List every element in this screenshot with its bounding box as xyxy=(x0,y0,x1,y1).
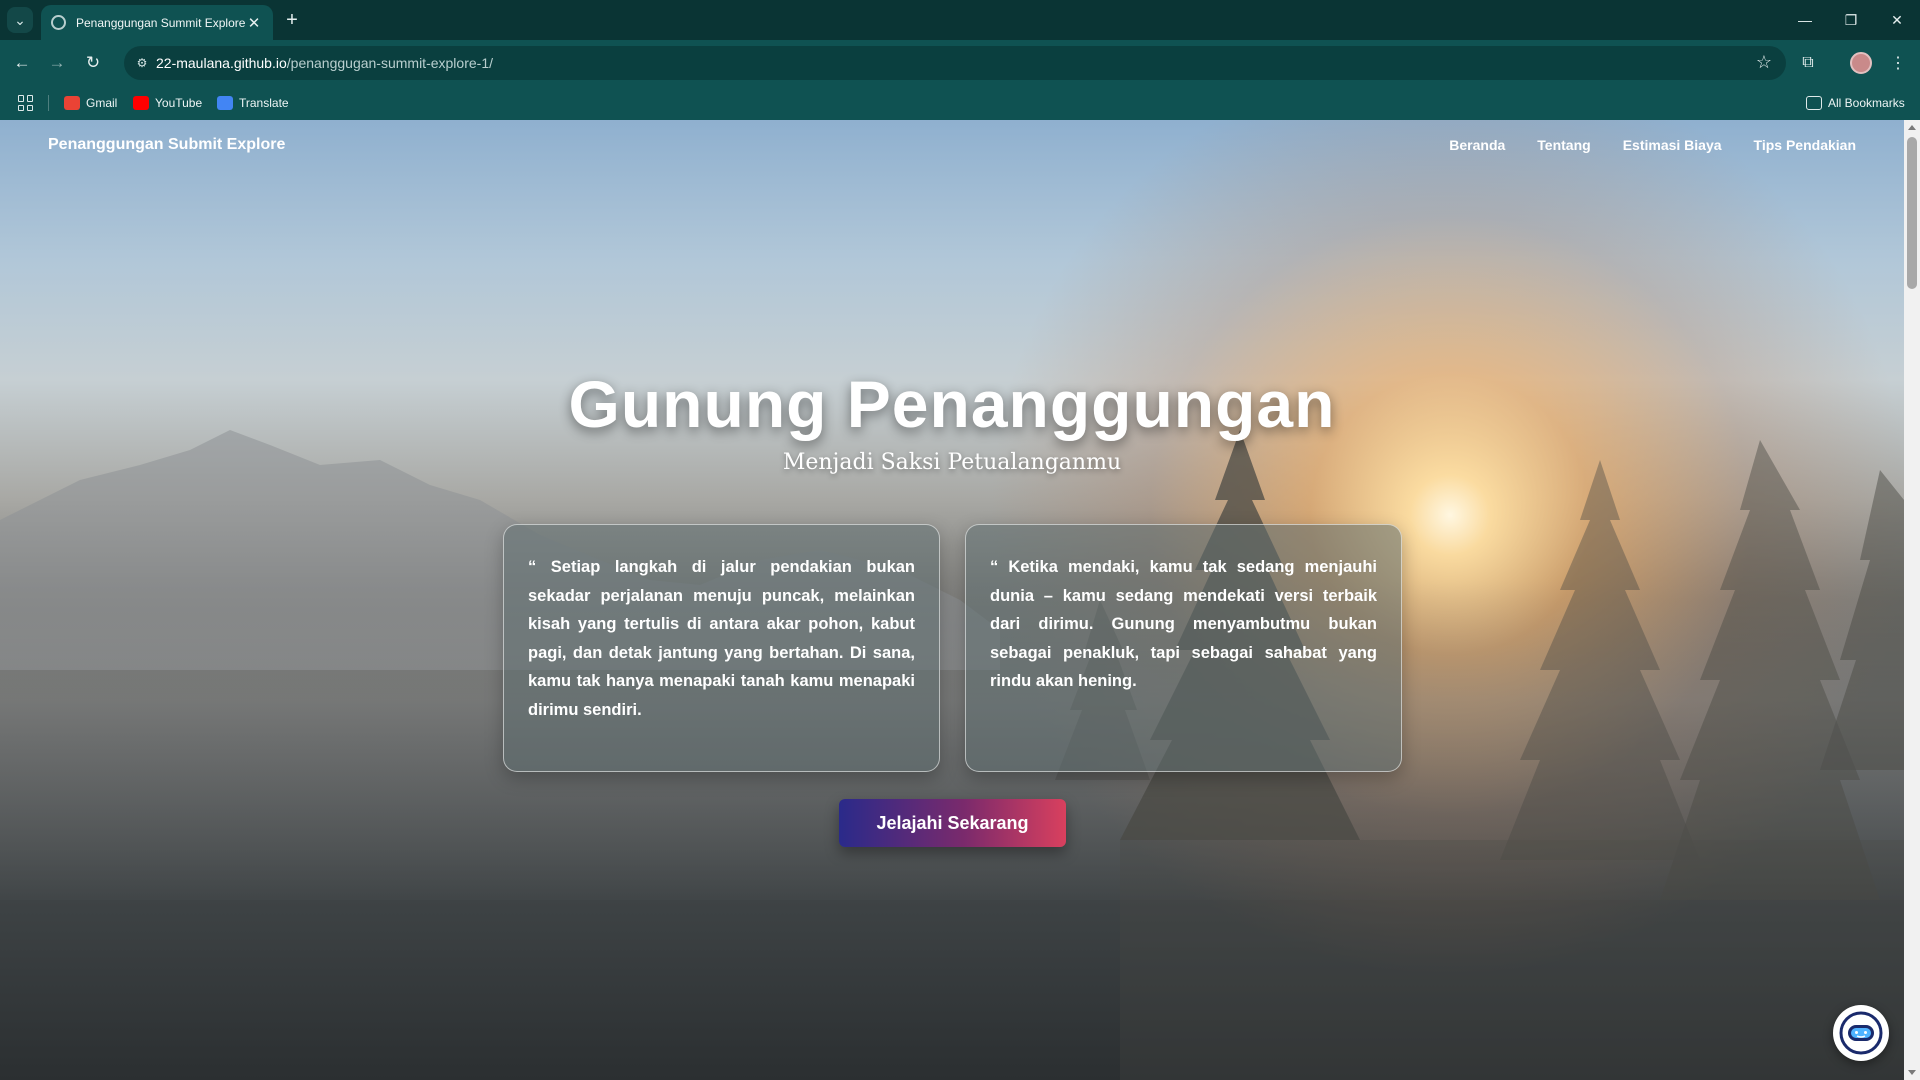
site-info-icon[interactable]: ⚙ xyxy=(132,53,152,73)
site-navigation: Beranda Tentang Estimasi Biaya Tips Pend… xyxy=(1449,137,1856,153)
close-tab-icon[interactable]: ✕ xyxy=(245,14,263,32)
minimize-icon[interactable]: — xyxy=(1782,6,1828,34)
bookmark-label: Translate xyxy=(239,96,289,110)
scrollbar-thumb[interactable] xyxy=(1907,137,1917,289)
browser-tab-active[interactable]: Penanggungan Summit Explore ✕ xyxy=(41,5,273,40)
restore-icon[interactable]: ❐ xyxy=(1828,6,1874,34)
new-tab-button[interactable]: + xyxy=(280,8,304,32)
browser-tab-bar: ⌄ Penanggungan Summit Explore ✕ + — ❐ ✕ xyxy=(0,0,1920,40)
quote-card: “ Setiap langkah di jalur pendakian buka… xyxy=(503,524,940,772)
url-text: 22-maulana.github.io/penanggugan-summit-… xyxy=(156,55,493,71)
url-host: 22-maulana.github.io xyxy=(156,55,287,71)
all-bookmarks-label: All Bookmarks xyxy=(1828,96,1905,110)
address-bar[interactable]: ⚙ 22-maulana.github.io/penanggugan-summi… xyxy=(124,46,1786,80)
bookmark-translate[interactable]: Translate xyxy=(217,94,289,112)
youtube-icon xyxy=(133,96,149,110)
profile-avatar[interactable] xyxy=(1850,52,1872,74)
nav-link-tips-pendakian[interactable]: Tips Pendakian xyxy=(1754,137,1856,153)
extensions-icon[interactable]: ⧉ xyxy=(1795,50,1821,76)
folder-icon xyxy=(1806,96,1822,110)
explore-now-button[interactable]: Jelajahi Sekarang xyxy=(839,799,1066,847)
tab-title: Penanggungan Summit Explore xyxy=(76,15,245,30)
scroll-up-arrow-icon[interactable] xyxy=(1908,125,1916,130)
gmail-icon xyxy=(64,96,80,110)
back-icon[interactable]: ← xyxy=(9,50,35,76)
browser-toolbar: ← → ↻ ⚙ 22-maulana.github.io/penanggugan… xyxy=(0,40,1920,86)
window-close-icon[interactable]: ✕ xyxy=(1874,6,1920,34)
robot-chat-icon xyxy=(1839,1011,1883,1055)
hero-title: Gunung Penanggungan xyxy=(568,367,1336,441)
chatbot-button[interactable] xyxy=(1833,1005,1889,1061)
page-viewport: Penanggungan Submit Explore Beranda Tent… xyxy=(0,120,1904,1080)
globe-icon xyxy=(51,15,66,30)
nav-link-beranda[interactable]: Beranda xyxy=(1449,137,1505,153)
quote-card: “ Ketika mendaki, kamu tak sedang menjau… xyxy=(965,524,1402,772)
tab-search-dropdown-icon[interactable]: ⌄ xyxy=(7,7,33,33)
site-brand-logo[interactable]: Penanggungan Submit Explore xyxy=(48,136,285,154)
bookmark-label: YouTube xyxy=(155,96,203,110)
quote-text: “ Ketika mendaki, kamu tak sedang menjau… xyxy=(990,558,1377,690)
bookmarks-bar: Gmail YouTube Translate All Bookmarks xyxy=(0,86,1920,120)
apps-grid-icon[interactable] xyxy=(18,95,34,111)
url-path: /penanggugan-summit-explore-1/ xyxy=(286,55,493,71)
nav-link-estimasi-biaya[interactable]: Estimasi Biaya xyxy=(1623,137,1722,153)
page-scrollbar[interactable] xyxy=(1904,120,1920,1080)
menu-dots-icon[interactable]: ⋮ xyxy=(1885,50,1911,76)
scroll-down-arrow-icon[interactable] xyxy=(1908,1070,1916,1075)
bookmark-star-icon[interactable]: ☆ xyxy=(1756,52,1772,73)
bookmark-gmail[interactable]: Gmail xyxy=(64,94,117,112)
hero-subtitle: Menjadi Saksi Petualanganmu xyxy=(782,450,1122,475)
nav-link-tentang[interactable]: Tentang xyxy=(1537,137,1590,153)
all-bookmarks-button[interactable]: All Bookmarks xyxy=(1806,94,1905,112)
forward-icon[interactable]: → xyxy=(44,50,70,76)
bookmarks-divider xyxy=(48,95,49,111)
reload-icon[interactable]: ↻ xyxy=(80,50,106,76)
quote-text: “ Setiap langkah di jalur pendakian buka… xyxy=(528,558,915,719)
bookmark-label: Gmail xyxy=(86,96,118,110)
translate-icon xyxy=(217,96,233,110)
bookmark-youtube[interactable]: YouTube xyxy=(133,94,202,112)
